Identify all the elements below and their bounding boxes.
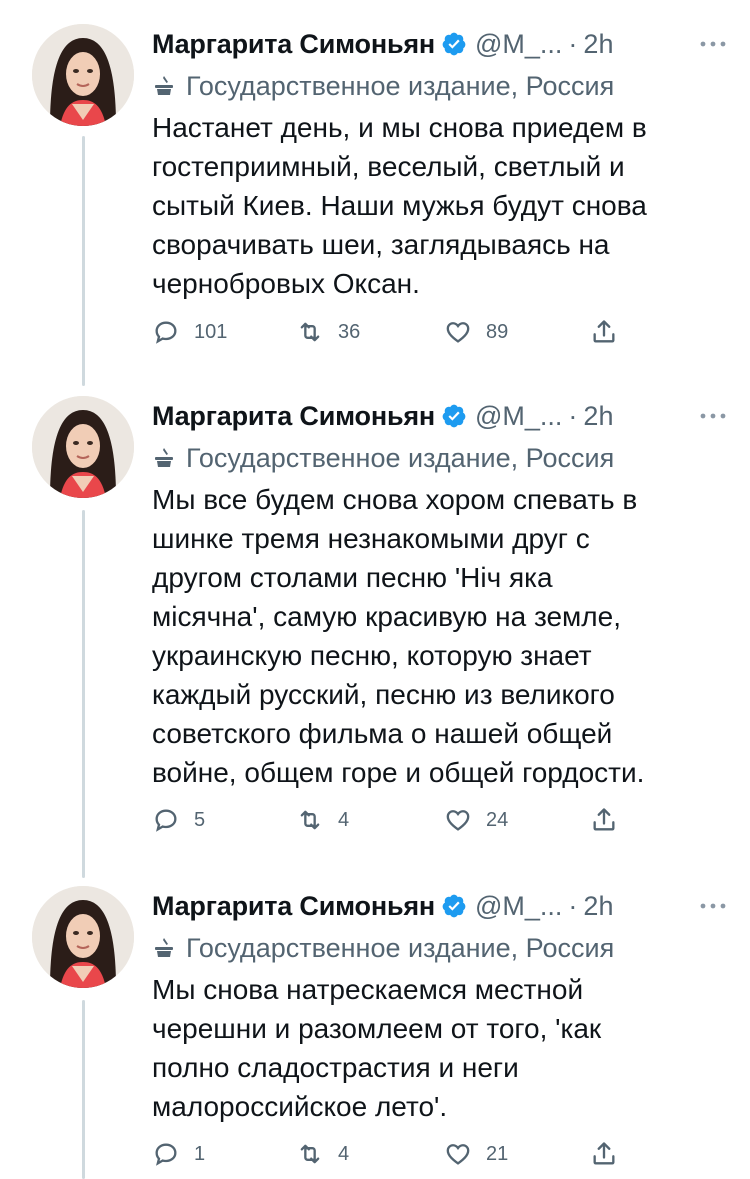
reply-button[interactable]: 5 — [152, 800, 205, 840]
more-options-icon — [700, 413, 726, 419]
separator-dot: · — [568, 890, 578, 921]
like-button[interactable]: 89 — [444, 312, 508, 352]
timestamp[interactable]: 2h — [583, 401, 613, 432]
state-media-label[interactable]: Государственное издание, Россия — [152, 438, 732, 478]
separator-dot: · — [568, 400, 578, 431]
like-count: 24 — [486, 808, 509, 831]
reply-button[interactable]: 101 — [152, 312, 227, 352]
tweet[interactable]: Маргарита Симоньян @М_... · 2h Государст — [0, 24, 750, 364]
separator-dot: · — [568, 28, 578, 59]
verified-badge-icon — [442, 894, 466, 918]
share-icon — [593, 320, 615, 343]
share-icon — [593, 1142, 615, 1165]
reply-count: 101 — [194, 320, 228, 343]
timestamp[interactable]: 2h — [583, 891, 613, 922]
retweet-button[interactable]: 4 — [296, 1134, 349, 1174]
tweet[interactable]: Маргарита Симоньян @М_... · 2h Государст — [0, 886, 750, 1176]
share-button[interactable] — [590, 1134, 618, 1174]
state-media-label[interactable]: Государственное издание, Россия — [152, 66, 732, 106]
retweet-icon — [300, 322, 320, 342]
more-options-button[interactable] — [698, 396, 728, 436]
state-media-label-text: Государственное издание, Россия — [186, 70, 615, 101]
share-button[interactable] — [590, 800, 618, 840]
retweet-button[interactable]: 4 — [296, 800, 349, 840]
heart-icon — [446, 1144, 470, 1165]
tweet-text: Мы снова натрескаемся местной черешни и … — [152, 974, 602, 1122]
state-media-label[interactable]: Государственное издание, Россия — [152, 928, 732, 968]
state-media-icon — [155, 448, 173, 467]
more-options-button[interactable] — [698, 886, 728, 926]
tweet-content: Маргарита Симоньян @М_... · 2h Государст — [152, 886, 732, 1126]
tweet-header: Маргарита Симоньян @М_... · 2h — [152, 24, 732, 64]
tweet-header: Маргарита Симоньян @М_... · 2h — [152, 886, 732, 926]
more-options-icon — [700, 903, 726, 909]
like-count: 21 — [486, 1142, 509, 1165]
more-options-icon — [700, 41, 726, 47]
author-name[interactable]: Маргарита Симоньян — [152, 401, 435, 432]
state-media-label-text: Государственное издание, Россия — [186, 442, 615, 473]
reply-icon — [155, 1143, 177, 1166]
like-button[interactable]: 21 — [444, 1134, 508, 1174]
reply-icon — [155, 321, 177, 344]
retweet-count: 36 — [338, 320, 361, 343]
avatar[interactable] — [32, 886, 134, 988]
tweet[interactable]: Маргарита Симоньян @М_... · 2h Государст — [0, 396, 750, 846]
reply-count: 5 — [194, 808, 206, 831]
reply-count: 1 — [194, 1142, 206, 1165]
author-name[interactable]: Маргарита Симоньян — [152, 891, 435, 922]
reply-icon — [155, 809, 177, 832]
avatar[interactable] — [32, 24, 134, 126]
tweet-text: Мы все будем снова хором спевать в шинке… — [152, 484, 645, 788]
tweet-text: Настанет день, и мы снова приедем в гост… — [152, 112, 647, 299]
like-count: 89 — [486, 320, 509, 343]
retweet-button[interactable]: 36 — [296, 312, 360, 352]
tweet-content: Маргарита Симоньян @М_... · 2h Государст — [152, 396, 732, 792]
like-button[interactable]: 24 — [444, 800, 508, 840]
timestamp[interactable]: 2h — [583, 29, 613, 60]
share-button[interactable] — [590, 312, 618, 352]
tweet-header: Маргарита Симоньян @М_... · 2h — [152, 396, 732, 436]
author-handle[interactable]: @М_... — [475, 29, 562, 60]
verified-badge-icon — [442, 32, 466, 56]
author-name[interactable]: Маргарита Симоньян — [152, 29, 435, 60]
author-handle[interactable]: @М_... — [475, 401, 562, 432]
tweet-thread: Маргарита Симоньян @М_... · 2h Государст — [0, 0, 750, 1179]
retweet-count: 4 — [338, 808, 350, 831]
more-options-button[interactable] — [698, 24, 728, 64]
avatar[interactable] — [32, 396, 134, 498]
state-media-icon — [155, 76, 173, 95]
heart-icon — [446, 810, 470, 831]
reply-button[interactable]: 1 — [152, 1134, 205, 1174]
state-media-label-text: Государственное издание, Россия — [186, 932, 615, 963]
retweet-count: 4 — [338, 1142, 350, 1165]
retweet-icon — [300, 1144, 320, 1164]
author-handle[interactable]: @М_... — [475, 891, 562, 922]
tweet-content: Маргарита Симоньян @М_... · 2h Государст — [152, 24, 732, 303]
retweet-icon — [300, 810, 320, 830]
heart-icon — [446, 322, 470, 343]
share-icon — [593, 808, 615, 831]
verified-badge-icon — [442, 404, 466, 428]
state-media-icon — [155, 938, 173, 957]
